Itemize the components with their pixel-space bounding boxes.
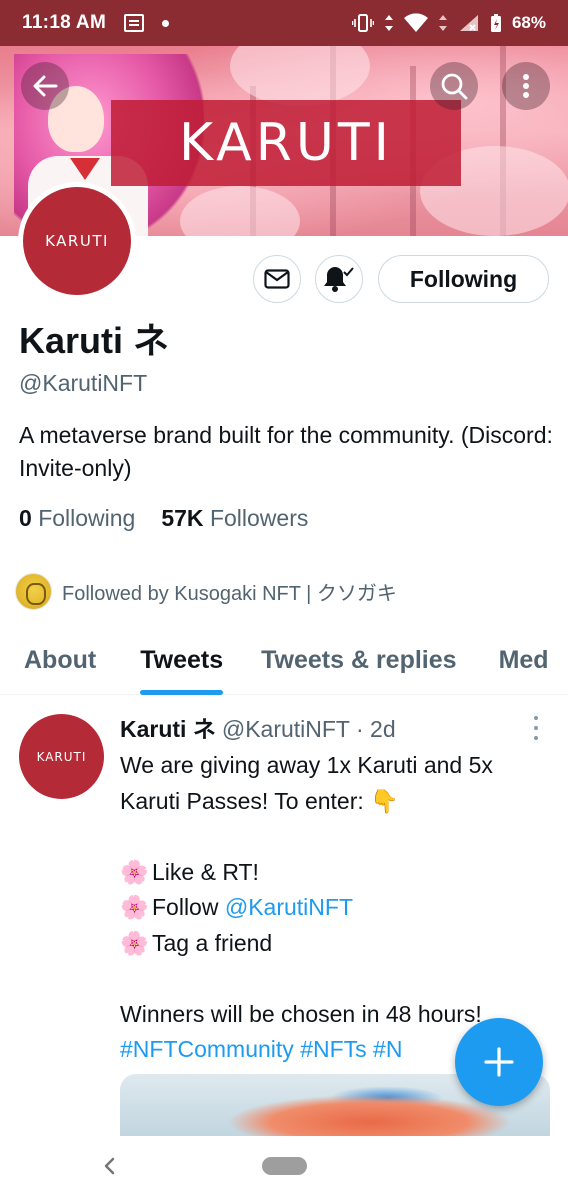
profile-stats: 0 Following 57K Followers [19,505,554,532]
message-notification-icon [124,14,145,32]
tab-media[interactable]: Med [499,625,549,695]
profile-name: Karuti ネ [19,320,170,361]
vibrate-icon [351,14,374,32]
followed-by[interactable]: Followed by Kusogaki NFT | クソガキ [15,573,397,610]
compose-tweet-button[interactable] [455,1018,543,1106]
system-nav-bar [0,1136,568,1200]
nav-home-pill[interactable] [262,1157,307,1175]
profile-tabs: About Tweets Tweets & replies Med [0,625,568,695]
data-arrows-icon [384,15,393,31]
back-button[interactable] [21,62,69,110]
profile-avatar[interactable]: KARUTI [18,182,136,300]
tweet-author-avatar[interactable]: KARUTI [19,714,104,799]
active-tab-indicator [140,690,224,695]
vertical-dots-icon [523,74,529,98]
search-icon [441,73,468,100]
followers-stat[interactable]: 57K Followers [161,505,308,532]
banner-logo: KARUTI [111,100,461,186]
tweet-header: Karuti ネ @KarutiNFT · 2d [120,710,550,744]
cherry-blossom-emoji: 🌸 [120,894,149,920]
plus-icon [484,1047,514,1077]
battery-percent: 68% [511,13,546,32]
tweet-author-handle: @KarutiNFT [221,716,350,742]
profile-info: Karuti ネ @KarutiNFT A metaverse brand bu… [19,318,554,532]
tab-tweets[interactable]: Tweets [140,625,224,695]
avatar-logo: KARUTI [23,187,131,295]
arrow-left-icon [33,75,58,97]
bell-check-icon [324,267,354,292]
data-arrows-icon-2 [438,15,447,31]
tweet-time: · 2d [355,716,396,742]
followed-by-text: Followed by Kusogaki NFT | クソガキ [62,583,397,605]
more-options-button[interactable] [502,62,550,110]
notification-dot-icon [162,19,170,27]
battery-icon [490,14,501,32]
wifi-icon [403,13,428,32]
message-button[interactable] [253,255,301,303]
notifications-button[interactable] [315,255,363,303]
tweet-body: Karuti ネ @KarutiNFT · 2d We are giving a… [120,710,550,1068]
cherry-blossom-emoji: 🌸 [120,858,149,885]
nav-back-icon[interactable] [98,1154,122,1178]
profile-bio: A metaverse brand built for the communit… [19,422,553,481]
follower-avatar [15,573,52,610]
pointing-down-emoji: 👇 [370,787,399,814]
tab-about[interactable]: About [24,625,96,695]
profile-handle: @KarutiNFT [19,370,148,396]
mention-link[interactable]: @KarutiNFT [225,894,353,920]
cherry-blossom-emoji: 🌸 [120,929,149,956]
envelope-icon [264,269,290,289]
status-time: 11:18 AM [22,12,107,33]
search-button[interactable] [430,62,478,110]
status-bar: 11:18 AM 68% [0,0,568,46]
tab-tweets-replies[interactable]: Tweets & replies [261,625,456,695]
following-stat[interactable]: 0 Following [19,505,135,532]
following-button[interactable]: Following [378,255,549,303]
signal-icon [459,15,478,31]
tweet-author-name[interactable]: Karuti ネ [120,710,216,744]
